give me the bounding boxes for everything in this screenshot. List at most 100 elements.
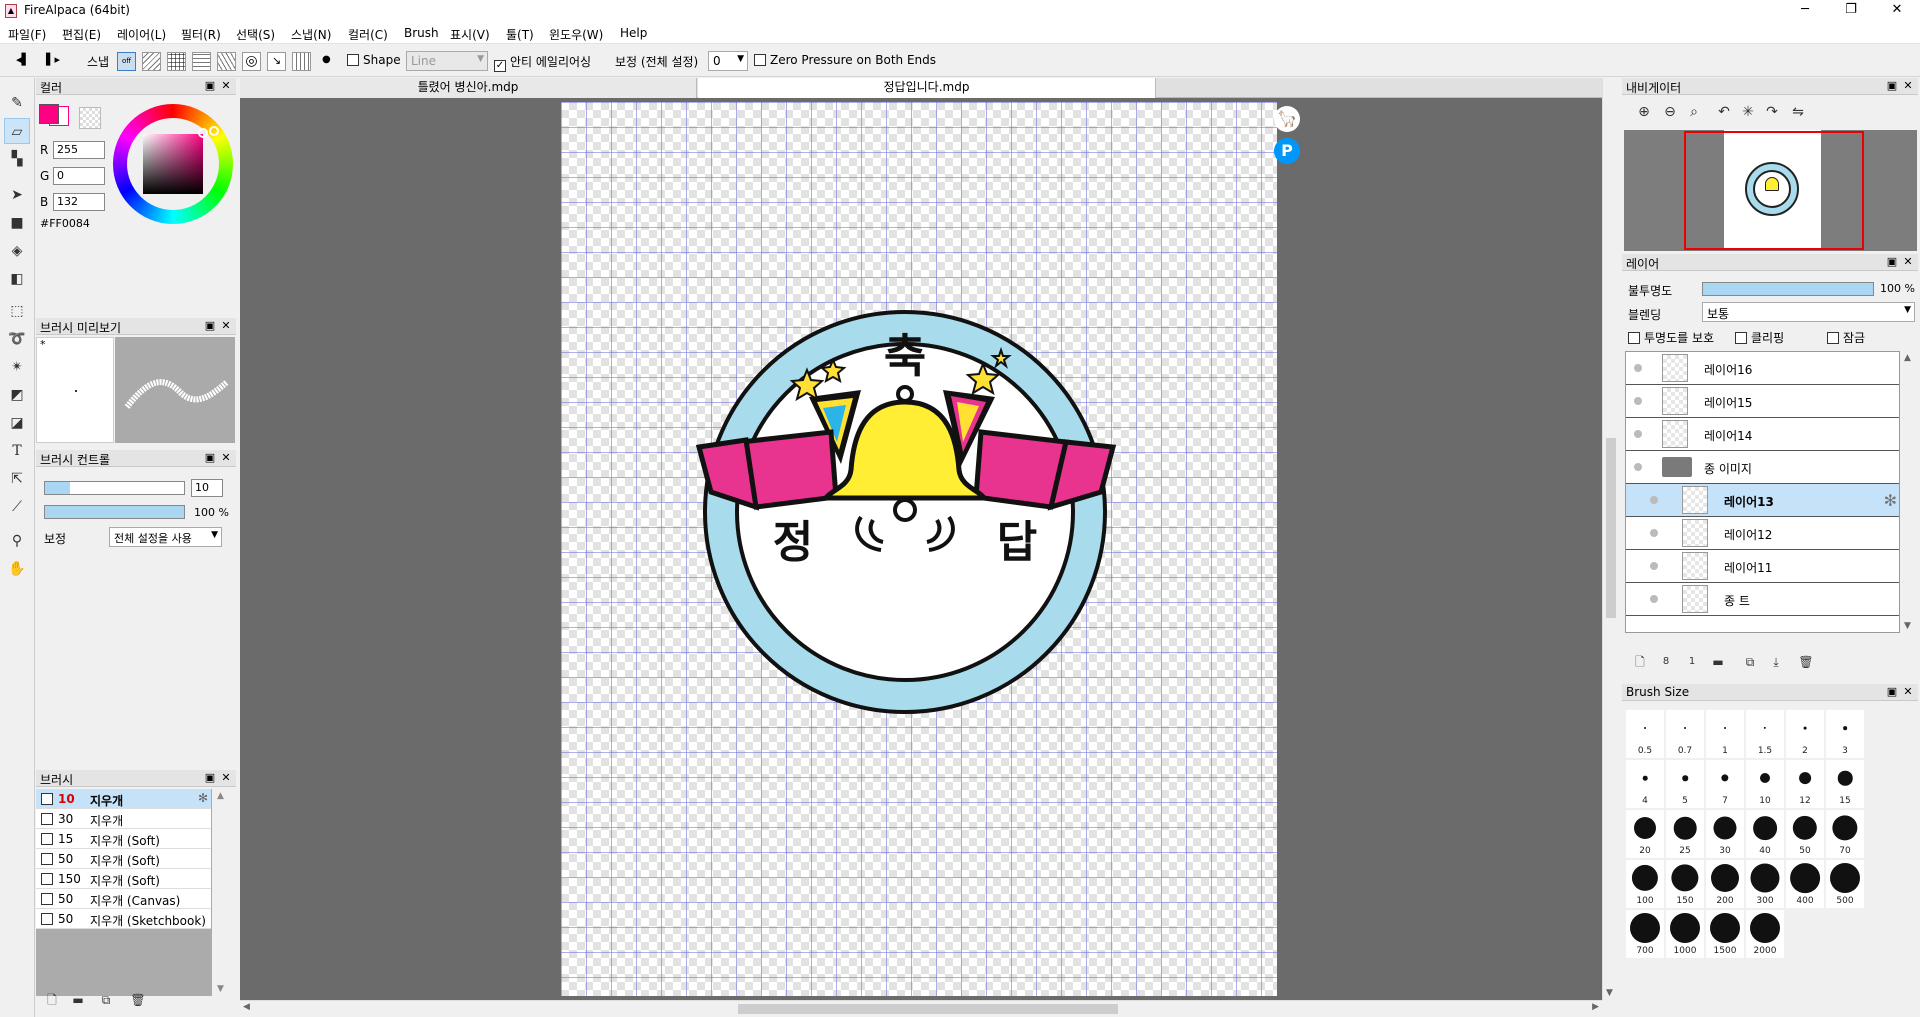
new-1bit-layer-icon[interactable]: 1 [1684,654,1700,670]
merge-down-icon[interactable]: ⤓ [1768,654,1784,670]
alpaca-icon[interactable]: 🦙 [1274,106,1300,132]
blend-select[interactable]: 보통 ▼ [1702,302,1915,322]
snap-3d-icon[interactable] [292,52,311,71]
brush-list-item[interactable]: 150 지우개 (Soft) [36,869,211,889]
tab-document-1[interactable]: 틀렸어 병신아.mdp [240,78,697,98]
duplicate-brush-icon[interactable]: ⧉ [98,992,114,1008]
duplicate-layer-icon[interactable]: ⧉ [1742,654,1758,670]
delete-layer-icon[interactable]: 🗑 [1798,654,1814,670]
visibility-icon[interactable] [1650,529,1658,537]
close-icon[interactable]: ✕ [1901,685,1915,698]
brush-size-cell[interactable]: 300 [1746,860,1784,908]
snap-off-icon[interactable]: off [117,52,136,71]
layer-row[interactable]: 레이어13 ✻ [1626,484,1899,517]
eraser-tool-icon[interactable]: ▱ [4,118,30,144]
new-layer-icon[interactable]: 🗋 [1632,654,1648,670]
brush-size-cell[interactable]: 30 [1706,810,1744,858]
new-8bit-layer-icon[interactable]: 8 [1658,654,1674,670]
brush-correction-select[interactable]: 전체 설정을 사용 ▼ [109,527,222,547]
brush-size-cell[interactable]: 1000 [1666,910,1704,958]
brush-size-cell[interactable]: 0.5 [1626,710,1664,758]
snap-lines-icon[interactable] [192,52,211,71]
b-input[interactable]: 132 [53,193,105,211]
correction-select[interactable]: 0 ▼ [708,51,748,71]
hue-marker[interactable] [209,126,219,136]
brush-size-cell[interactable]: 2000 [1746,910,1784,958]
float-icon[interactable]: ▣ [203,319,217,332]
brush-size-cell[interactable]: 400 [1786,860,1824,908]
divide-tool-icon[interactable]: ⟋ [4,494,30,520]
sv-marker[interactable] [198,128,208,138]
close-icon[interactable]: ✕ [1901,79,1915,92]
flip-icon[interactable]: ⇋ [1788,102,1808,122]
brush-list-scrollbar[interactable]: ▲ ▼ [214,789,232,996]
brush-size-cell[interactable]: 1500 [1706,910,1744,958]
brush-size-cell[interactable]: 150 [1666,860,1704,908]
brush-list-item[interactable]: 15 지우개 (Soft) [36,829,211,849]
visibility-icon[interactable] [1650,562,1658,570]
canvas-horizontal-scrollbar[interactable]: ◀ ▶ [240,1000,1602,1017]
protect-alpha-checkbox[interactable]: 투명도를 보호 [1628,329,1714,346]
operation-tool-icon[interactable]: ⇱ [4,466,30,492]
select-pen-icon[interactable]: ◩ [4,382,30,408]
close-icon[interactable]: ✕ [219,319,233,332]
layer-row[interactable]: 종 트 [1626,583,1899,616]
prev-icon[interactable]: ◂▌ [16,53,30,66]
zoom-reset-icon[interactable]: ⌕ [1684,102,1704,122]
pixiv-icon[interactable]: P [1274,138,1300,164]
close-icon[interactable]: ✕ [219,451,233,464]
pen-tool-icon[interactable]: ✎ [4,90,30,116]
close-button[interactable]: ✕ [1874,0,1920,22]
rotate-right-icon[interactable]: ↷ [1762,102,1782,122]
shape-select[interactable]: Line ▼ [406,51,488,71]
canvas-area[interactable]: 축 정 답 🦙 P [240,98,1602,1000]
float-icon[interactable]: ▣ [1885,79,1899,92]
lock-checkbox[interactable]: 잠금 [1827,329,1865,346]
float-icon[interactable]: ▣ [1885,685,1899,698]
maximize-button[interactable]: ❐ [1828,0,1874,22]
float-icon[interactable]: ▣ [203,451,217,464]
float-icon[interactable]: ▣ [1885,255,1899,268]
brush-size-cell[interactable]: 2 [1786,710,1824,758]
delete-brush-icon[interactable]: 🗑 [130,992,146,1008]
brush-list-item[interactable]: 50 지우개 (Soft) [36,849,211,869]
primary-color-swatch[interactable] [39,104,59,124]
menu-edit[interactable]: 편집(E) [62,26,101,43]
dot-tool-icon[interactable]: ▚ [4,146,30,172]
antialias-checkbox[interactable]: ✓ 안티 에일리어싱 [494,53,591,72]
brush-size-cell[interactable]: 200 [1706,860,1744,908]
menu-snap[interactable]: 스냅(N) [291,26,331,43]
menu-view[interactable]: 표시(V) [450,26,490,43]
brush-list-item[interactable]: 10 지우개 ✻ [36,789,211,809]
fill-tool-icon[interactable]: ◈ [4,238,30,264]
r-input[interactable]: 255 [53,141,105,159]
snap-parallel-icon[interactable] [142,52,161,71]
brush-size-cell[interactable]: 20 [1626,810,1664,858]
close-icon[interactable]: ✕ [219,771,233,784]
shape-checkbox[interactable]: Shape [347,53,401,67]
zoom-out-icon[interactable]: ⊖ [1660,102,1680,122]
visibility-icon[interactable] [1650,595,1658,603]
brush-size-cell[interactable]: 10 [1746,760,1784,808]
layer-row[interactable]: 레이어11 [1626,550,1899,583]
brush-list-item[interactable]: 50 지우개 (Sketchbook) [36,909,211,929]
canvas-vertical-scrollbar[interactable]: ▼ [1602,78,1618,1000]
gradient-tool-icon[interactable]: ◧ [4,266,30,292]
tab-document-2[interactable]: 정답입니다.mdp [698,78,1156,98]
select-eraser-icon[interactable]: ◪ [4,410,30,436]
layer-row[interactable]: 레이어16 [1626,352,1899,385]
clipping-checkbox[interactable]: 클리핑 [1735,329,1784,346]
visibility-icon[interactable] [1634,364,1642,372]
layer-row[interactable]: 레이어12 [1626,517,1899,550]
menu-brush[interactable]: Brush [404,26,439,40]
menu-color[interactable]: 컬러(C) [348,26,388,43]
new-folder-icon[interactable]: ▬ [1710,654,1726,670]
menu-layer[interactable]: 레이어(L) [117,26,166,43]
brush-size-cell[interactable]: 100 [1626,860,1664,908]
brush-gear-icon[interactable]: ✻ [198,791,208,805]
zoom-in-icon[interactable]: ⊕ [1634,102,1654,122]
brush-size-cell[interactable]: 0.7 [1666,710,1704,758]
brush-size-cell[interactable]: 4 [1626,760,1664,808]
minimize-button[interactable]: ─ [1782,0,1828,22]
snap-grid-icon[interactable] [167,52,186,71]
